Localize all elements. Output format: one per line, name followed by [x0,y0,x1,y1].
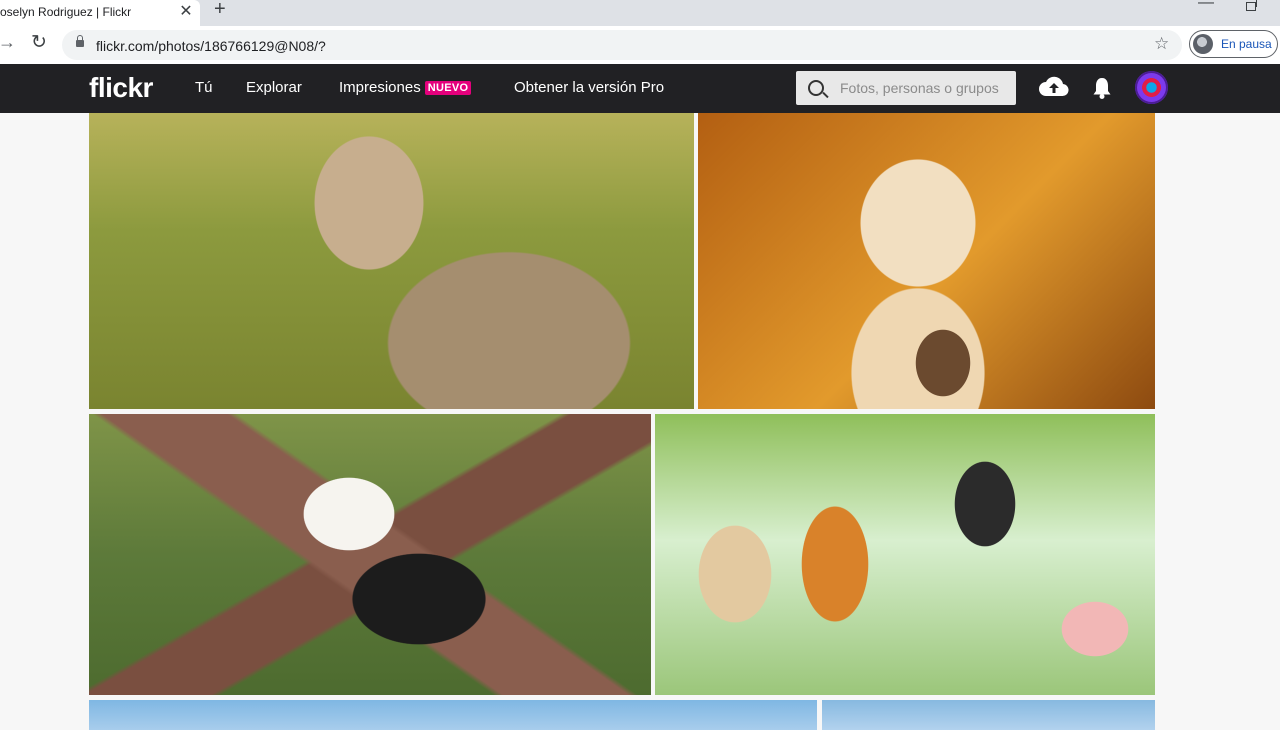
upload-cloud-icon[interactable] [1039,75,1069,97]
forward-icon[interactable]: → [0,32,16,53]
flickr-logo[interactable]: flickr [89,72,153,104]
bottom-left-photo-partial[interactable] [89,700,817,730]
minimize-icon[interactable]: — [1198,0,1214,12]
animals-collage-photo[interactable] [655,414,1155,695]
nav-get-pro[interactable]: Obtener la versión Pro [514,79,664,96]
address-bar[interactable]: flickr.com/photos/186766129@N08/? ☆ [62,30,1182,60]
nav-explore[interactable]: Explorar [246,79,302,96]
nav-you[interactable]: Tú [195,79,213,96]
new-badge: NUEVO [424,81,472,95]
reload-icon[interactable]: ↻ [31,31,47,54]
tab-title: oselyn Rodriguez | Flickr [0,5,132,19]
browser-profile-button[interactable]: En pausa [1189,30,1278,58]
panda-photo[interactable] [89,414,651,695]
search-box [796,71,1016,105]
new-tab-icon[interactable]: + [214,0,226,21]
golden-retriever-puppy-photo[interactable] [698,113,1155,409]
search-icon[interactable] [808,80,824,96]
url-text[interactable]: flickr.com/photos/186766129@N08/? [96,38,326,54]
nav-prints[interactable]: Impresiones NUEVO [339,79,472,96]
restore-icon[interactable] [1246,0,1257,11]
browser-tab[interactable]: oselyn Rodriguez | Flickr ✕ [0,0,200,26]
profile-avatar [1193,34,1213,54]
puma-photo[interactable] [89,113,694,409]
notifications-bell-icon[interactable] [1091,76,1113,100]
close-tab-icon[interactable]: ✕ [178,1,194,21]
bottom-right-photo-partial[interactable] [822,700,1155,730]
browser-tab-strip: oselyn Rodriguez | Flickr ✕ + — [0,0,1280,26]
flickr-header: flickr Tú Explorar Impresiones NUEVO Obte… [0,64,1280,113]
nav-prints-label: Impresiones [339,79,421,96]
profile-status: En pausa [1221,37,1272,51]
search-input[interactable] [840,78,1006,98]
star-icon[interactable]: ☆ [1154,34,1169,54]
browser-toolbar: → ↻ flickr.com/photos/186766129@N08/? ☆ … [0,26,1280,65]
lock-icon[interactable] [76,35,84,47]
user-avatar[interactable] [1135,71,1168,104]
